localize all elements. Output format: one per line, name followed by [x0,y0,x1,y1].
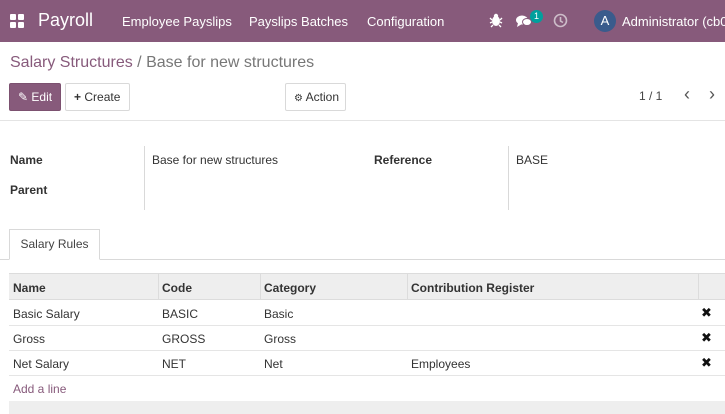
table-header: Name Code Category Contribution Register [9,273,725,300]
cell-category: Gross [264,332,297,346]
column-separator [158,274,159,299]
breadcrumb-parent[interactable]: Salary Structures [10,54,133,71]
reference-value: BASE [516,153,549,167]
column-separator [260,274,261,299]
cell-name: Gross [13,332,46,346]
column-header-name[interactable]: Name [13,281,46,295]
cell-code: BASIC [162,307,199,321]
edit-button[interactable]: ✎ Edit [9,83,61,111]
tab-strip-border [0,259,725,260]
chat-count-badge: 1 [530,10,543,23]
menu-payslips-batches[interactable]: Payslips Batches [249,14,348,29]
delete-row-icon[interactable]: ✖ [701,330,712,346]
column-header-code[interactable]: Code [162,281,192,295]
plus-icon: + [74,90,82,104]
column-separator [698,274,699,299]
delete-row-icon[interactable]: ✖ [701,355,712,371]
column-header-contribution-register[interactable]: Contribution Register [411,281,534,295]
breadcrumb-separator: / [137,54,142,71]
bug-icon[interactable] [489,12,503,31]
cell-name: Net Salary [13,357,70,371]
field-separator [508,146,509,210]
parent-label: Parent [10,183,48,197]
column-separator [407,274,408,299]
breadcrumb: Salary Structures / Base for new structu… [10,54,314,72]
pager-value[interactable]: 1 / 1 [639,89,662,103]
gear-icon: ⚙ [294,93,303,104]
column-header-category[interactable]: Category [264,281,316,295]
cell-category: Basic [264,307,294,321]
cell-contribution-register: Employees [411,357,471,371]
table-row[interactable]: Basic Salary BASIC Basic ✖ [9,301,725,326]
apps-grid-icon[interactable] [10,14,24,28]
table-row[interactable]: Net Salary NET Net Employees ✖ [9,351,725,376]
pencil-icon: ✎ [18,90,29,104]
field-separator [144,146,145,210]
name-value: Base for new structures [152,153,279,167]
table-footer [9,401,725,414]
cell-code: NET [162,357,186,371]
add-line-link[interactable]: Add a line [13,382,66,396]
delete-row-icon[interactable]: ✖ [701,305,712,321]
cell-name: Basic Salary [13,307,80,321]
action-button[interactable]: ⚙ Action [285,83,346,111]
table-row[interactable]: Gross GROSS Gross ✖ [9,326,725,351]
pager-previous-button[interactable]: ‹ [684,84,690,105]
avatar[interactable]: A [594,10,616,32]
name-label: Name [10,153,43,167]
breadcrumb-current: Base for new structures [146,54,315,71]
top-navbar: Payroll Employee Payslips Payslips Batch… [0,0,725,42]
control-panel-divider [0,120,725,121]
app-title[interactable]: Payroll [38,10,93,31]
menu-configuration[interactable]: Configuration [367,14,444,29]
clock-icon[interactable] [553,13,568,31]
user-menu[interactable]: Administrator (cb05 [622,14,725,29]
reference-label: Reference [374,153,433,167]
cell-category: Net [264,357,283,371]
cell-code: GROSS [162,332,206,346]
menu-employee-payslips[interactable]: Employee Payslips [122,14,232,29]
tab-salary-rules[interactable]: Salary Rules [9,229,100,260]
create-button[interactable]: + Create [65,83,130,111]
pager-next-button[interactable]: › [709,84,715,105]
